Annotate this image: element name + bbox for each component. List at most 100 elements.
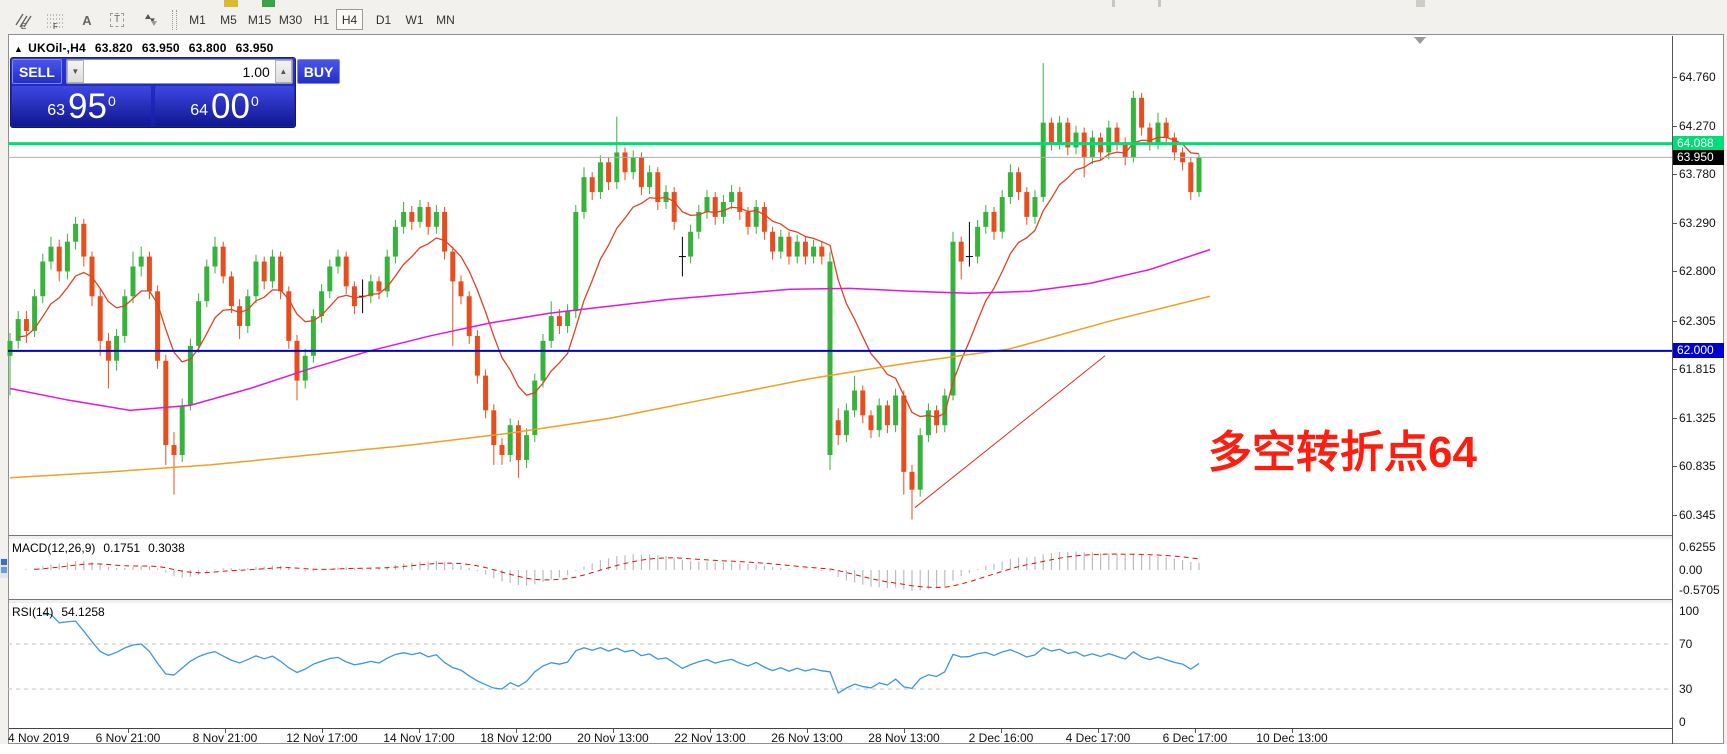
time-axis-label: 18 Nov 12:00: [480, 731, 551, 745]
rsi-panel-canvas[interactable]: [8, 603, 1672, 728]
buy-button[interactable]: BUY: [297, 59, 341, 84]
time-axis-label: 8 Nov 21:00: [193, 731, 258, 745]
volume-input[interactable]: [84, 60, 275, 83]
macd-axis-label: 0.00: [1679, 563, 1702, 577]
cutoff-icon-yellow: [224, 0, 238, 7]
time-axis-tick: [904, 729, 905, 733]
grid-icon: [46, 12, 64, 28]
time-axis-tick: [225, 729, 226, 733]
sell-button[interactable]: SELL: [12, 59, 62, 84]
sell-price-display[interactable]: 63950: [12, 86, 151, 126]
toolbar: E F A T ▼ M1M5M15M30H1H4D1W1MN: [0, 7, 1727, 35]
timeframe-button-m15[interactable]: M15: [243, 9, 276, 30]
time-axis-label: 14 Nov 17:00: [383, 731, 454, 745]
buy-price-big: 00: [211, 90, 250, 123]
volume-increase-button[interactable]: ▲: [275, 60, 292, 83]
rsi-label: RSI(14): [12, 605, 53, 619]
timeframe-button-h1[interactable]: H1: [305, 9, 338, 30]
cutoff-separator: [1158, 0, 1161, 7]
price-axis-tick: [1672, 174, 1677, 175]
time-axis-label: 12 Nov 17:00: [286, 731, 357, 745]
price-axis-label: 60.345: [1679, 508, 1716, 522]
timeframe-button-mn[interactable]: MN: [429, 9, 462, 30]
price-axis-tick: [1672, 126, 1677, 127]
macd-axis-label: 0.6255: [1679, 540, 1716, 554]
label-tool-button[interactable]: T: [102, 9, 132, 31]
time-axis-tick: [807, 729, 808, 733]
price-axis-tick: [1672, 271, 1677, 272]
rsi-label-row: RSI(14) 54.1258: [12, 605, 113, 619]
price-axis-label: 62.305: [1679, 314, 1716, 328]
time-axis-tick: [613, 729, 614, 733]
price-line-label: 62.000: [1673, 343, 1724, 358]
macd-axis-label: -0.5705: [1679, 583, 1720, 597]
toolbar-grip[interactable]: [172, 10, 177, 30]
macd-signal-value: 0.3038: [148, 541, 185, 555]
time-axis-tick: [710, 729, 711, 733]
price-axis-tick: [1672, 418, 1677, 419]
macd-label: MACD(12,26,9): [12, 541, 95, 555]
timeframe-button-w1[interactable]: W1: [398, 9, 431, 30]
price-axis-label: 63.290: [1679, 216, 1716, 230]
time-axis-label: 6 Nov 21:00: [96, 731, 161, 745]
chevron-down-icon: ▼: [71, 67, 79, 76]
timeframe-button-d1[interactable]: D1: [367, 9, 400, 30]
price-axis-label: 61.815: [1679, 362, 1716, 376]
buy-price-display[interactable]: 64000: [155, 86, 294, 126]
volume-stepper: ▼ ▲: [66, 59, 293, 84]
price-axis-tick: [1672, 466, 1677, 467]
chart-annotation-text: 多空转折点64: [1208, 416, 1477, 480]
rsi-axis-label: 0: [1679, 715, 1686, 729]
time-axis-tick: [419, 729, 420, 733]
sell-price-big: 95: [68, 90, 107, 123]
time-axis-tick: [1195, 729, 1196, 733]
time-axis-label: 6 Dec 17:00: [1163, 731, 1228, 745]
top-cutoff-strip: [0, 0, 1727, 7]
text-tool-icon: A: [82, 13, 91, 28]
timeframe-button-m1[interactable]: M1: [181, 9, 214, 30]
price-axis-tick: [1672, 223, 1677, 224]
macd-panel-canvas[interactable]: [8, 539, 1672, 599]
macd-label-row: MACD(12,26,9) 0.1751 0.3038: [12, 541, 193, 555]
one-click-trade-panel: SELL ▼ ▲ BUY 63950 64000: [10, 57, 296, 128]
time-axis-label: 22 Nov 13:00: [674, 731, 745, 745]
cutoff-icon-gray: [1416, 0, 1425, 7]
draw-lines-tool-button[interactable]: E: [8, 9, 38, 31]
draw-lines-icon: [14, 12, 32, 28]
buy-price-sup: 0: [251, 93, 259, 109]
time-axis-tick: [516, 729, 517, 733]
time-axis-label: 10 Dec 13:00: [1256, 731, 1327, 745]
price-axis-label: 62.800: [1679, 264, 1716, 278]
time-axis-label: 4 Nov 2019: [8, 731, 69, 745]
time-axis-tick: [128, 729, 129, 733]
volume-decrease-button[interactable]: ▼: [67, 60, 84, 83]
rsi-value: 54.1258: [61, 605, 104, 619]
price-axis-label: 61.325: [1679, 411, 1716, 425]
arrow-objects-button[interactable]: ▼: [134, 9, 168, 31]
time-axis-tick: [1292, 729, 1293, 733]
price-axis-tick: [1672, 77, 1677, 78]
timeframe-button-m30[interactable]: M30: [274, 9, 307, 30]
timeframe-button-h4[interactable]: H4: [336, 9, 363, 30]
rsi-axis-label: 30: [1679, 682, 1692, 696]
cutoff-icon-green: [262, 0, 275, 7]
time-axis-label: 20 Nov 13:00: [577, 731, 648, 745]
label-tool-icon: T: [110, 13, 124, 27]
time-axis-label: 4 Dec 17:00: [1066, 731, 1131, 745]
grid-tool-button[interactable]: F: [40, 9, 70, 31]
docked-window-icon[interactable]: [0, 558, 8, 578]
rsi-axis-label: 100: [1679, 604, 1699, 618]
time-axis-tick: [1098, 729, 1099, 733]
chevron-up-icon: ▲: [279, 67, 287, 76]
price-line-label: 63.950: [1673, 150, 1724, 165]
timeframe-button-m5[interactable]: M5: [212, 9, 245, 30]
time-axis-line: [9, 728, 1672, 729]
price-axis-tick: [1672, 369, 1677, 370]
time-axis-label: 2 Dec 16:00: [969, 731, 1034, 745]
cutoff-separator: [1112, 0, 1115, 7]
sell-price-sup: 0: [108, 93, 116, 109]
text-tool-button[interactable]: A: [74, 9, 100, 31]
macd-main-value: 0.1751: [103, 541, 140, 555]
price-axis-label: 60.835: [1679, 459, 1716, 473]
chart-shift-marker-icon[interactable]: [1414, 37, 1426, 44]
